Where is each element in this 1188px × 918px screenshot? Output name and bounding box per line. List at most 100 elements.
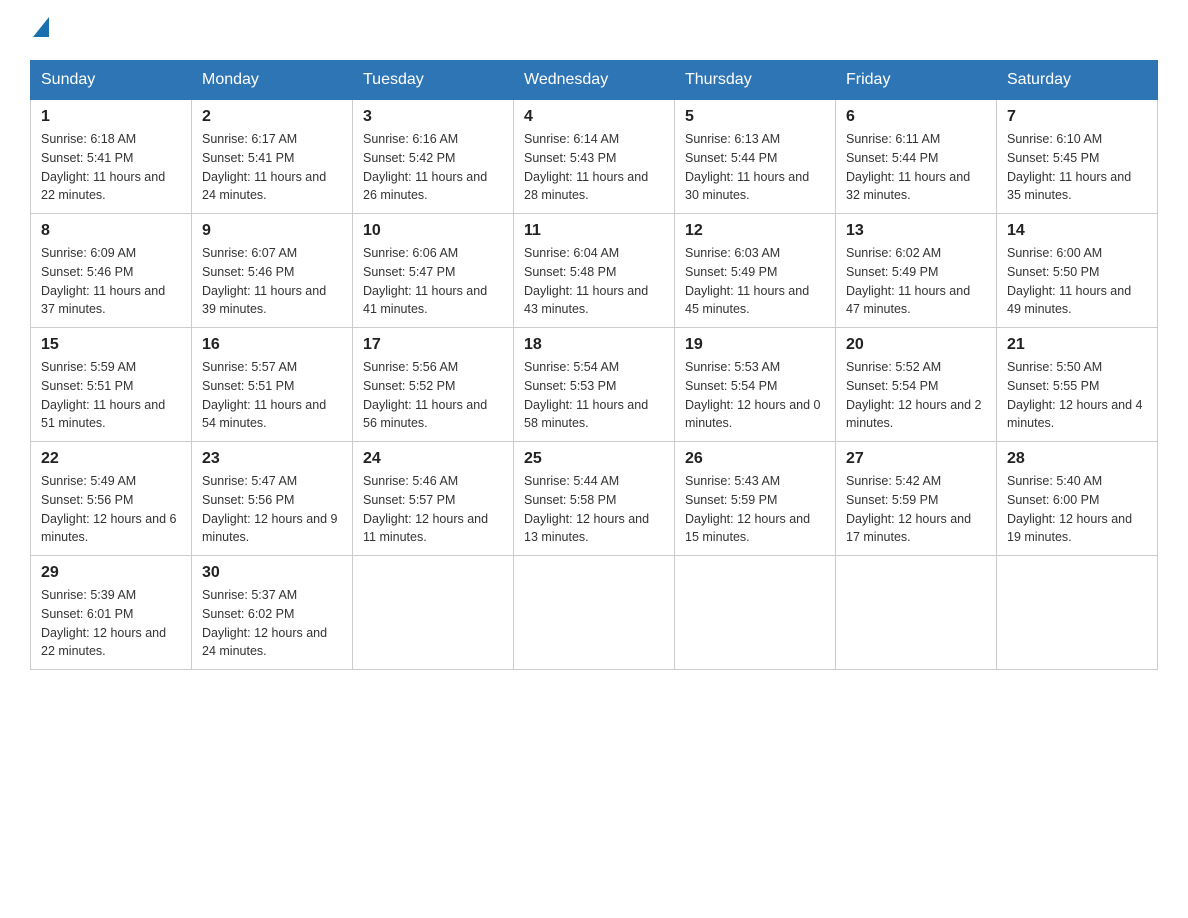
day-number: 22 xyxy=(41,450,181,468)
calendar-day-cell: 4 Sunrise: 6:14 AM Sunset: 5:43 PM Dayli… xyxy=(514,100,675,214)
day-number: 14 xyxy=(1007,222,1147,240)
day-number: 5 xyxy=(685,108,825,126)
calendar-day-cell: 3 Sunrise: 6:16 AM Sunset: 5:42 PM Dayli… xyxy=(353,100,514,214)
day-info: Sunrise: 5:56 AM Sunset: 5:52 PM Dayligh… xyxy=(363,358,503,433)
calendar-day-cell xyxy=(353,556,514,670)
calendar-day-cell: 29 Sunrise: 5:39 AM Sunset: 6:01 PM Dayl… xyxy=(31,556,192,670)
calendar-week-row: 29 Sunrise: 5:39 AM Sunset: 6:01 PM Dayl… xyxy=(31,556,1158,670)
weekday-header-sunday: Sunday xyxy=(31,61,192,100)
day-info: Sunrise: 6:02 AM Sunset: 5:49 PM Dayligh… xyxy=(846,244,986,319)
day-info: Sunrise: 5:57 AM Sunset: 5:51 PM Dayligh… xyxy=(202,358,342,433)
day-number: 26 xyxy=(685,450,825,468)
day-number: 24 xyxy=(363,450,503,468)
day-info: Sunrise: 6:06 AM Sunset: 5:47 PM Dayligh… xyxy=(363,244,503,319)
day-info: Sunrise: 5:54 AM Sunset: 5:53 PM Dayligh… xyxy=(524,358,664,433)
day-number: 30 xyxy=(202,564,342,582)
calendar-day-cell: 22 Sunrise: 5:49 AM Sunset: 5:56 PM Dayl… xyxy=(31,442,192,556)
calendar-day-cell: 12 Sunrise: 6:03 AM Sunset: 5:49 PM Dayl… xyxy=(675,214,836,328)
weekday-header-tuesday: Tuesday xyxy=(353,61,514,100)
calendar-day-cell: 19 Sunrise: 5:53 AM Sunset: 5:54 PM Dayl… xyxy=(675,328,836,442)
calendar-day-cell: 21 Sunrise: 5:50 AM Sunset: 5:55 PM Dayl… xyxy=(997,328,1158,442)
day-number: 29 xyxy=(41,564,181,582)
weekday-header-friday: Friday xyxy=(836,61,997,100)
calendar-day-cell: 28 Sunrise: 5:40 AM Sunset: 6:00 PM Dayl… xyxy=(997,442,1158,556)
day-info: Sunrise: 5:59 AM Sunset: 5:51 PM Dayligh… xyxy=(41,358,181,433)
day-number: 11 xyxy=(524,222,664,240)
calendar-day-cell: 6 Sunrise: 6:11 AM Sunset: 5:44 PM Dayli… xyxy=(836,100,997,214)
day-number: 19 xyxy=(685,336,825,354)
calendar-day-cell: 13 Sunrise: 6:02 AM Sunset: 5:49 PM Dayl… xyxy=(836,214,997,328)
calendar-day-cell: 11 Sunrise: 6:04 AM Sunset: 5:48 PM Dayl… xyxy=(514,214,675,328)
weekday-header-monday: Monday xyxy=(192,61,353,100)
calendar-day-cell: 2 Sunrise: 6:17 AM Sunset: 5:41 PM Dayli… xyxy=(192,100,353,214)
day-number: 17 xyxy=(363,336,503,354)
day-number: 12 xyxy=(685,222,825,240)
day-info: Sunrise: 5:52 AM Sunset: 5:54 PM Dayligh… xyxy=(846,358,986,433)
day-info: Sunrise: 6:04 AM Sunset: 5:48 PM Dayligh… xyxy=(524,244,664,319)
day-number: 25 xyxy=(524,450,664,468)
logo-triangle-icon xyxy=(33,17,49,37)
calendar-day-cell xyxy=(997,556,1158,670)
day-number: 20 xyxy=(846,336,986,354)
day-number: 28 xyxy=(1007,450,1147,468)
day-info: Sunrise: 6:00 AM Sunset: 5:50 PM Dayligh… xyxy=(1007,244,1147,319)
calendar-day-cell: 23 Sunrise: 5:47 AM Sunset: 5:56 PM Dayl… xyxy=(192,442,353,556)
calendar-day-cell: 14 Sunrise: 6:00 AM Sunset: 5:50 PM Dayl… xyxy=(997,214,1158,328)
calendar-day-cell: 24 Sunrise: 5:46 AM Sunset: 5:57 PM Dayl… xyxy=(353,442,514,556)
calendar-week-row: 15 Sunrise: 5:59 AM Sunset: 5:51 PM Dayl… xyxy=(31,328,1158,442)
day-number: 15 xyxy=(41,336,181,354)
day-info: Sunrise: 5:47 AM Sunset: 5:56 PM Dayligh… xyxy=(202,472,342,547)
day-info: Sunrise: 6:10 AM Sunset: 5:45 PM Dayligh… xyxy=(1007,130,1147,205)
calendar-day-cell: 20 Sunrise: 5:52 AM Sunset: 5:54 PM Dayl… xyxy=(836,328,997,442)
day-info: Sunrise: 6:18 AM Sunset: 5:41 PM Dayligh… xyxy=(41,130,181,205)
calendar-day-cell: 27 Sunrise: 5:42 AM Sunset: 5:59 PM Dayl… xyxy=(836,442,997,556)
day-number: 8 xyxy=(41,222,181,240)
day-number: 27 xyxy=(846,450,986,468)
day-number: 23 xyxy=(202,450,342,468)
calendar-day-cell: 16 Sunrise: 5:57 AM Sunset: 5:51 PM Dayl… xyxy=(192,328,353,442)
day-number: 6 xyxy=(846,108,986,126)
weekday-header-row: SundayMondayTuesdayWednesdayThursdayFrid… xyxy=(31,61,1158,100)
calendar-day-cell xyxy=(675,556,836,670)
calendar-day-cell: 8 Sunrise: 6:09 AM Sunset: 5:46 PM Dayli… xyxy=(31,214,192,328)
day-info: Sunrise: 6:03 AM Sunset: 5:49 PM Dayligh… xyxy=(685,244,825,319)
day-number: 13 xyxy=(846,222,986,240)
day-info: Sunrise: 6:07 AM Sunset: 5:46 PM Dayligh… xyxy=(202,244,342,319)
day-number: 7 xyxy=(1007,108,1147,126)
day-info: Sunrise: 6:09 AM Sunset: 5:46 PM Dayligh… xyxy=(41,244,181,319)
calendar-week-row: 1 Sunrise: 6:18 AM Sunset: 5:41 PM Dayli… xyxy=(31,100,1158,214)
day-number: 21 xyxy=(1007,336,1147,354)
day-number: 3 xyxy=(363,108,503,126)
day-info: Sunrise: 6:16 AM Sunset: 5:42 PM Dayligh… xyxy=(363,130,503,205)
calendar-day-cell xyxy=(514,556,675,670)
day-number: 1 xyxy=(41,108,181,126)
weekday-header-saturday: Saturday xyxy=(997,61,1158,100)
day-number: 10 xyxy=(363,222,503,240)
calendar-day-cell: 1 Sunrise: 6:18 AM Sunset: 5:41 PM Dayli… xyxy=(31,100,192,214)
day-info: Sunrise: 5:42 AM Sunset: 5:59 PM Dayligh… xyxy=(846,472,986,547)
day-info: Sunrise: 6:17 AM Sunset: 5:41 PM Dayligh… xyxy=(202,130,342,205)
calendar-day-cell: 18 Sunrise: 5:54 AM Sunset: 5:53 PM Dayl… xyxy=(514,328,675,442)
day-info: Sunrise: 5:49 AM Sunset: 5:56 PM Dayligh… xyxy=(41,472,181,547)
day-info: Sunrise: 5:46 AM Sunset: 5:57 PM Dayligh… xyxy=(363,472,503,547)
calendar-day-cell: 30 Sunrise: 5:37 AM Sunset: 6:02 PM Dayl… xyxy=(192,556,353,670)
weekday-header-wednesday: Wednesday xyxy=(514,61,675,100)
day-number: 2 xyxy=(202,108,342,126)
day-number: 18 xyxy=(524,336,664,354)
calendar-day-cell: 25 Sunrise: 5:44 AM Sunset: 5:58 PM Dayl… xyxy=(514,442,675,556)
day-info: Sunrise: 5:53 AM Sunset: 5:54 PM Dayligh… xyxy=(685,358,825,433)
calendar-day-cell: 9 Sunrise: 6:07 AM Sunset: 5:46 PM Dayli… xyxy=(192,214,353,328)
day-info: Sunrise: 5:39 AM Sunset: 6:01 PM Dayligh… xyxy=(41,586,181,661)
calendar-day-cell: 5 Sunrise: 6:13 AM Sunset: 5:44 PM Dayli… xyxy=(675,100,836,214)
day-info: Sunrise: 5:44 AM Sunset: 5:58 PM Dayligh… xyxy=(524,472,664,547)
day-info: Sunrise: 5:50 AM Sunset: 5:55 PM Dayligh… xyxy=(1007,358,1147,433)
calendar-day-cell: 17 Sunrise: 5:56 AM Sunset: 5:52 PM Dayl… xyxy=(353,328,514,442)
calendar-week-row: 8 Sunrise: 6:09 AM Sunset: 5:46 PM Dayli… xyxy=(31,214,1158,328)
day-info: Sunrise: 6:13 AM Sunset: 5:44 PM Dayligh… xyxy=(685,130,825,205)
calendar-table: SundayMondayTuesdayWednesdayThursdayFrid… xyxy=(30,60,1158,670)
day-info: Sunrise: 6:11 AM Sunset: 5:44 PM Dayligh… xyxy=(846,130,986,205)
page-header xyxy=(30,20,1158,40)
day-number: 9 xyxy=(202,222,342,240)
calendar-day-cell xyxy=(836,556,997,670)
day-number: 4 xyxy=(524,108,664,126)
